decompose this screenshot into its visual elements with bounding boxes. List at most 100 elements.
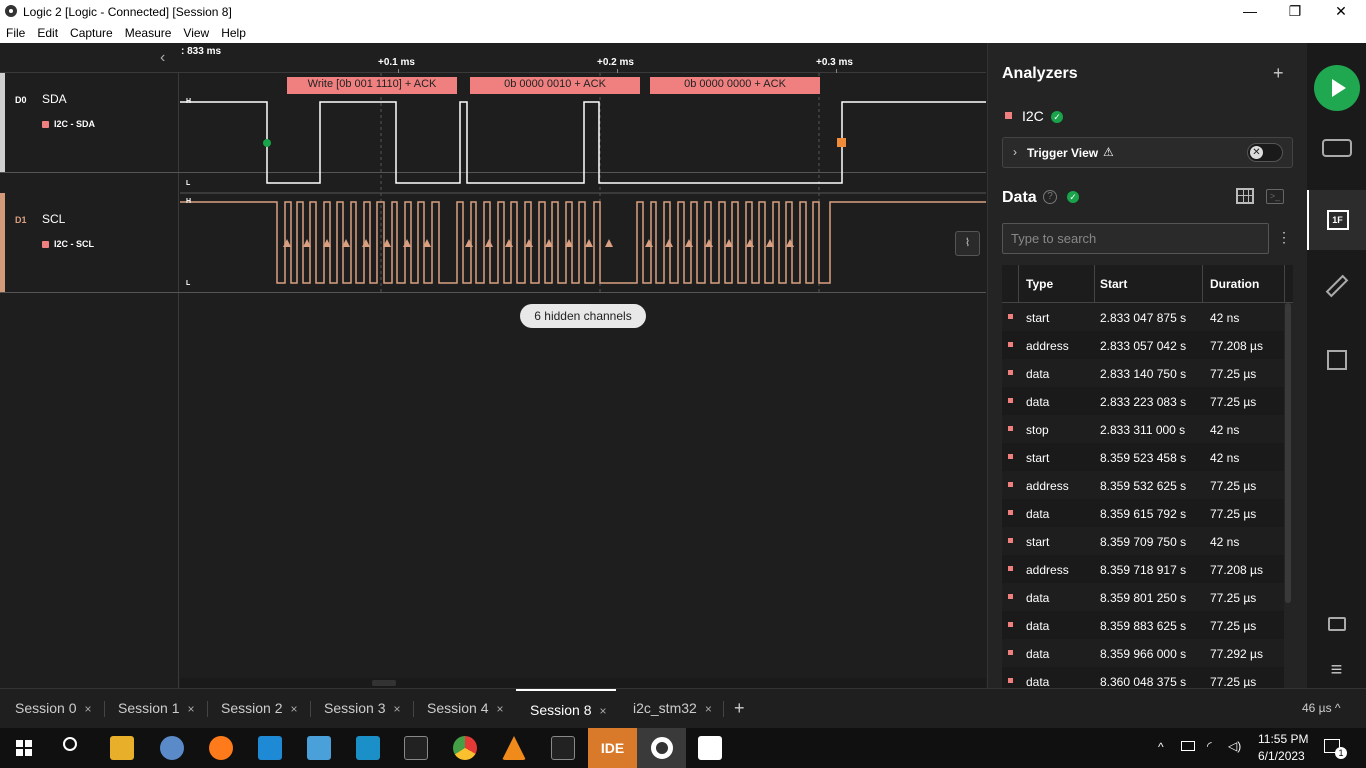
channel-d1[interactable]: D1 SCL I2C - SCL [0, 193, 179, 293]
menu-measure[interactable]: Measure [119, 23, 178, 43]
scl-waveform [180, 201, 986, 284]
horizontal-scrollbar[interactable] [180, 678, 986, 688]
remote-desktop-icon[interactable] [307, 736, 331, 760]
paint-icon[interactable] [160, 736, 184, 760]
close-tab-icon[interactable]: × [84, 702, 91, 716]
stm32-ide-icon[interactable]: IDE [588, 728, 637, 768]
row-color-dot [1008, 454, 1013, 459]
restore-button[interactable]: ❐ [1275, 2, 1315, 22]
vlc-icon[interactable] [502, 736, 526, 760]
trigger-edge-icon[interactable]: ⌇ [955, 231, 980, 256]
channel-d0[interactable]: D0 SDA I2C - SDA [0, 73, 179, 173]
trigger-view-row[interactable]: › Trigger View ⚠ ✕ [1002, 137, 1293, 168]
terminal-icon[interactable] [551, 736, 575, 760]
column-duration[interactable]: Duration [1210, 277, 1259, 291]
close-tab-icon[interactable]: × [496, 702, 503, 716]
close-tab-icon[interactable]: × [705, 702, 712, 716]
session-tab[interactable]: Session 3 × [324, 689, 401, 728]
wifi-icon[interactable]: ◜ [1207, 739, 1212, 753]
menu-edit[interactable]: Edit [31, 23, 64, 43]
menu-help[interactable]: Help [215, 23, 252, 43]
firefox-icon[interactable] [209, 736, 233, 760]
terminal-icon[interactable] [404, 736, 428, 760]
table-row[interactable]: address 8.359 718 917 s 77.208 µs [1002, 555, 1284, 583]
channel-analyzer-label: I2C - SCL [42, 239, 94, 249]
table-row[interactable]: data 8.359 883 625 s 77.25 µs [1002, 611, 1284, 639]
session-tab-label: Session 4 [427, 700, 489, 716]
file-explorer-icon[interactable] [110, 736, 134, 760]
close-window-button[interactable]: ✕ [1321, 2, 1361, 22]
analyzer-name[interactable]: I2C [1022, 108, 1044, 124]
session-tab[interactable]: Session 4 × [427, 689, 504, 728]
tray-chevron-icon[interactable]: ^ [1158, 740, 1164, 754]
cell-duration: 77.25 µs [1210, 479, 1257, 493]
column-type[interactable]: Type [1026, 277, 1053, 291]
search-icon[interactable] [63, 737, 77, 751]
table-row[interactable]: start 8.359 709 750 s 42 ns [1002, 527, 1284, 555]
hidden-channels-button[interactable]: 6 hidden channels [520, 304, 646, 328]
terminal-view-icon[interactable]: >_ [1266, 189, 1284, 204]
extensions-icon[interactable] [1307, 330, 1366, 390]
zoom-level[interactable]: 46 µs ^ [1302, 689, 1341, 728]
analyzers-tab-icon[interactable]: 1F [1307, 190, 1366, 250]
session-tab[interactable]: Session 0 × [15, 689, 92, 728]
level-low-label: L [186, 180, 191, 187]
logic-taskbar-button[interactable] [637, 728, 686, 768]
time-ruler[interactable]: ‹ : 833 ms +0.1 ms +0.2 ms +0.3 ms [0, 43, 986, 73]
windows-start-icon[interactable] [16, 740, 32, 756]
menu-capture[interactable]: Capture [64, 23, 119, 43]
session-tab[interactable]: Session 2 × [221, 689, 298, 728]
row-color-dot [1008, 622, 1013, 627]
table-view-icon[interactable] [1236, 188, 1254, 204]
time-tick: +0.3 ms [816, 57, 853, 68]
table-row[interactable]: data 8.359 801 250 s 77.25 µs [1002, 583, 1284, 611]
menu-view[interactable]: View [177, 23, 215, 43]
vscode-icon[interactable] [258, 736, 282, 760]
battery-icon[interactable] [1181, 741, 1195, 751]
minimize-button[interactable]: — [1230, 2, 1270, 22]
device-icon[interactable] [1307, 119, 1366, 179]
start-capture-button[interactable] [1314, 65, 1360, 111]
table-row[interactable]: data 2.833 223 083 s 77.25 µs [1002, 387, 1284, 415]
scrollbar-thumb[interactable] [372, 680, 396, 686]
waveform-area[interactable]: Write [0b 001 1110] + ACK 0b 0000 0010 +… [180, 73, 986, 293]
table-row[interactable]: data 8.360 048 375 s 77.25 µs [1002, 667, 1284, 688]
session-tab[interactable]: Session 1 × [118, 689, 195, 728]
search-input[interactable] [1002, 223, 1269, 254]
photos-icon[interactable] [698, 736, 722, 760]
clock-time[interactable]: 11:55 PM [1258, 732, 1308, 746]
logic-app-icon [5, 5, 17, 17]
close-tab-icon[interactable]: × [599, 704, 606, 718]
table-row[interactable]: data 2.833 140 750 s 77.25 µs [1002, 359, 1284, 387]
table-row[interactable]: stop 2.833 311 000 s 42 ns [1002, 415, 1284, 443]
table-row[interactable]: data 8.359 966 000 s 77.292 µs [1002, 639, 1284, 667]
close-tab-icon[interactable]: × [290, 702, 297, 716]
session-tab-active[interactable]: Session 8 × [516, 689, 616, 728]
arduino-icon[interactable] [356, 736, 380, 760]
menu-file[interactable]: File [0, 23, 31, 43]
column-start[interactable]: Start [1100, 277, 1127, 291]
table-scrollbar[interactable] [1285, 303, 1291, 603]
more-options-icon[interactable]: ⋮ [1277, 229, 1291, 246]
table-row[interactable]: address 2.833 057 042 s 77.208 µs [1002, 331, 1284, 359]
chrome-icon[interactable] [453, 736, 477, 760]
channel-name[interactable]: SCL [42, 212, 65, 226]
table-row[interactable]: address 8.359 532 625 s 77.25 µs [1002, 471, 1284, 499]
clock-date[interactable]: 6/1/2023 [1258, 749, 1305, 763]
new-session-button[interactable]: + [734, 689, 745, 728]
cell-type: address [1026, 563, 1069, 577]
session-tab[interactable]: i2c_stm32 × [633, 689, 712, 728]
decoded-frame-label: 0b 0000 0000 + ACK [684, 78, 786, 90]
measure-ruler-icon[interactable] [1307, 260, 1366, 320]
volume-icon[interactable]: ◁) [1228, 739, 1241, 753]
collapse-sidebar-icon[interactable]: ‹ [160, 49, 165, 67]
trigger-toggle[interactable]: ✕ [1247, 143, 1283, 162]
table-row[interactable]: start 2.833 047 875 s 42 ns [1002, 303, 1284, 331]
table-row[interactable]: data 8.359 615 792 s 77.25 µs [1002, 499, 1284, 527]
channel-name[interactable]: SDA [42, 92, 67, 106]
help-icon[interactable]: ? [1043, 190, 1057, 204]
add-analyzer-button[interactable]: + [1273, 63, 1284, 84]
close-tab-icon[interactable]: × [187, 702, 194, 716]
table-row[interactable]: start 8.359 523 458 s 42 ns [1002, 443, 1284, 471]
close-tab-icon[interactable]: × [393, 702, 400, 716]
